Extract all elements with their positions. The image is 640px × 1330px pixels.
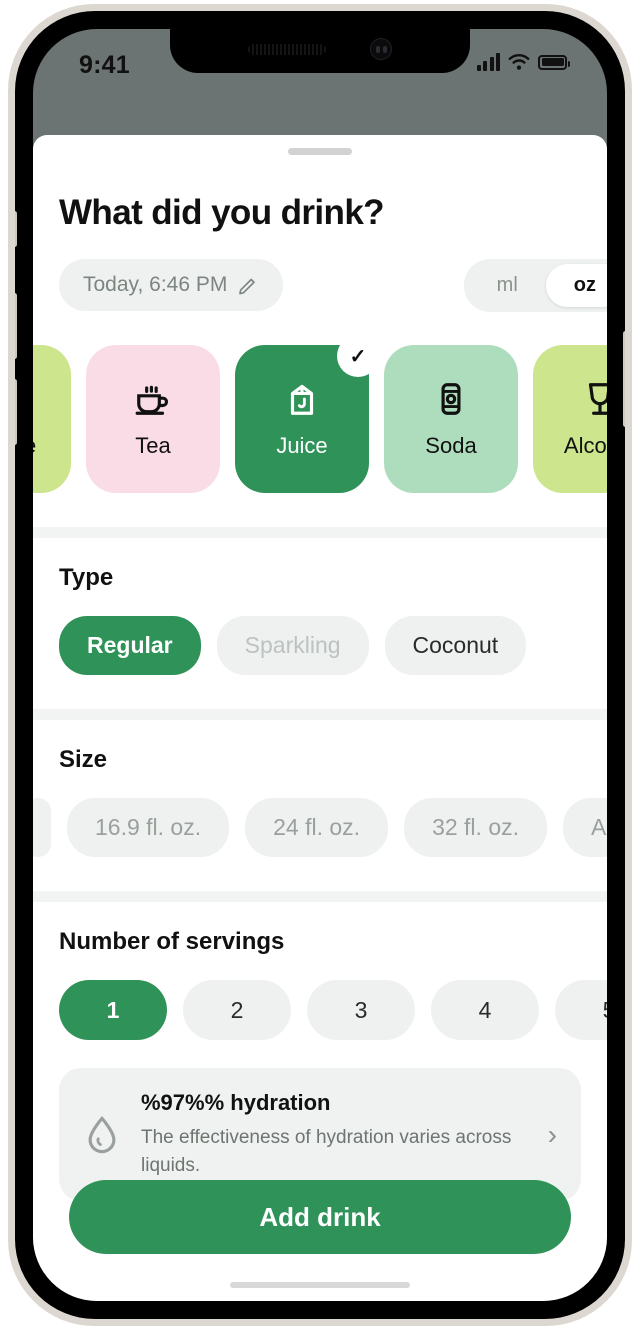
serving-chip-5[interactable]: 5 [555, 980, 607, 1040]
date-time-label: Today, 6:46 PM [83, 273, 228, 296]
drink-tile-tea[interactable]: Tea [86, 345, 220, 493]
serving-chip-3[interactable]: 3 [307, 980, 415, 1040]
date-time-chip[interactable]: Today, 6:46 PM [59, 259, 284, 311]
status-bar-time: 9:41 [79, 51, 130, 79]
status-bar-indicators [476, 53, 570, 71]
section-divider [33, 527, 607, 538]
soda-can-icon [441, 383, 461, 415]
serving-chip-4[interactable]: 4 [431, 980, 539, 1040]
unit-option-oz[interactable]: oz [545, 264, 607, 307]
hydration-text-block: %97%% hydration The effectiveness of hyd… [141, 1090, 528, 1179]
phone-frame: 9:41 What did you drink? Today, 6:46 PM … [8, 4, 632, 1326]
drink-tile-coffee[interactable]: Coffee [33, 345, 71, 493]
drink-type-carousel[interactable]: Coffee Tea [33, 345, 607, 493]
servings-chip-row[interactable]: 1 2 3 4 5 [59, 980, 607, 1040]
front-camera-icon [370, 38, 392, 60]
unit-option-ml[interactable]: ml [469, 264, 546, 307]
dynamic-island [170, 29, 470, 73]
drink-tile-juice[interactable]: Juice ✓ [235, 345, 379, 493]
phone-bezel: 9:41 What did you drink? Today, 6:46 PM … [15, 11, 625, 1319]
serving-chip-2[interactable]: 2 [183, 980, 291, 1040]
serving-chip-1[interactable]: 1 [59, 980, 167, 1040]
sheet-drag-handle[interactable] [288, 148, 352, 155]
section-divider [33, 709, 607, 720]
wifi-icon [508, 54, 530, 70]
type-chip-row[interactable]: Regular Sparkling Coconut [59, 616, 607, 675]
power-button[interactable] [623, 331, 625, 427]
wine-glass-icon [588, 383, 607, 415]
size-chip-16-9[interactable]: 16.9 fl. oz. [67, 798, 230, 857]
pencil-icon [239, 278, 256, 295]
size-chip-partial[interactable] [33, 798, 51, 857]
add-drink-button[interactable]: Add drink [69, 1180, 571, 1254]
drink-tile-label: Juice [276, 433, 328, 458]
drink-tile-soda[interactable]: Soda [384, 345, 518, 493]
servings-section-title: Number of servings [59, 928, 285, 955]
volume-down-button[interactable] [15, 379, 17, 445]
drink-tile-label: Tea [135, 433, 171, 458]
size-chip-add[interactable]: Add [563, 798, 607, 857]
date-and-unit-row: Today, 6:46 PM ml oz [33, 259, 607, 312]
home-indicator[interactable] [230, 1282, 410, 1288]
type-chip-coconut[interactable]: Coconut [384, 616, 527, 675]
type-chip-regular[interactable]: Regular [59, 616, 201, 675]
phone-screen: 9:41 What did you drink? Today, 6:46 PM … [33, 29, 607, 1301]
page-title: What did you drink? [59, 193, 385, 232]
battery-icon [538, 54, 570, 70]
type-chip-sparkling[interactable]: Sparkling [216, 616, 369, 675]
drink-tile-label: Alcohol [563, 433, 607, 458]
drink-tile-label: Soda [425, 433, 477, 458]
size-chip-24[interactable]: 24 fl. oz. [245, 798, 389, 857]
hydration-title: %97%% hydration [141, 1090, 331, 1115]
add-drink-sheet: What did you drink? Today, 6:46 PM ml oz [33, 135, 607, 1301]
type-section: Type Regular Sparkling Coconut [33, 538, 607, 675]
type-section-title: Type [59, 564, 114, 591]
hydration-description: The effectiveness of hydration varies ac… [141, 1127, 512, 1176]
section-divider [33, 891, 607, 902]
drink-tile-label: Coffee [33, 433, 36, 459]
tea-cup-icon [135, 385, 169, 415]
earpiece-speaker-icon [248, 43, 326, 55]
size-section: Size 16.9 fl. oz. 24 fl. oz. 32 fl. oz. … [33, 720, 607, 857]
add-size-label: Add [591, 814, 607, 840]
chevron-right-icon[interactable]: › [548, 1119, 557, 1151]
silence-switch[interactable] [15, 211, 17, 247]
drink-tile-alcohol[interactable]: Alcohol [533, 345, 607, 493]
size-chip-32[interactable]: 32 fl. oz. [404, 798, 547, 857]
unit-toggle[interactable]: ml oz [463, 259, 607, 312]
cellular-signal-icon [476, 53, 500, 71]
volume-up-button[interactable] [15, 293, 17, 359]
water-droplet-icon [88, 1115, 116, 1153]
size-chip-row[interactable]: 16.9 fl. oz. 24 fl. oz. 32 fl. oz. Add [33, 798, 607, 857]
juice-carton-icon [290, 384, 314, 415]
selected-check-icon: ✓ [337, 345, 379, 377]
servings-section: Number of servings 1 2 3 4 5 [33, 902, 607, 1040]
size-section-title: Size [59, 746, 108, 773]
